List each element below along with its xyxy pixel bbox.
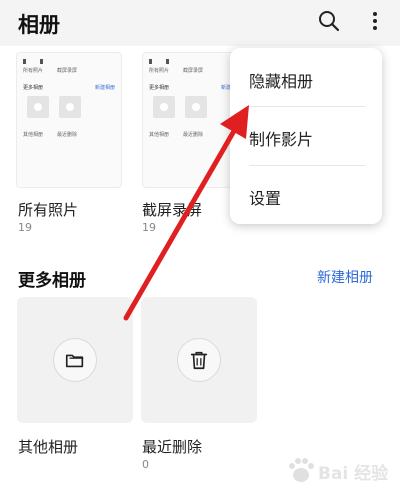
thumbnail-mini-labels: 所有照片 截屏录屏 [149, 67, 203, 74]
new-album-button[interactable]: 新建相册 [317, 267, 373, 287]
search-button[interactable] [314, 6, 344, 36]
watermark-text: Bai 经验 [318, 463, 389, 484]
mini-label: 最近删除 [183, 132, 204, 138]
trash-icon-circle [177, 338, 221, 382]
album-name-screenshots[interactable]: 截屏录屏 [142, 199, 202, 220]
mini-section-title: 更多相册 [149, 85, 170, 91]
album-thumbnail-all-photos[interactable]: 所有照片 截屏录屏 更多相册 新建相册 其他相册 最近删除 [16, 52, 122, 188]
mini-tile [185, 96, 207, 118]
thumbnail-mini-tile-labels: 其他相册 最近删除 [149, 131, 203, 138]
menu-item-make-movie[interactable]: 制作影片 [249, 126, 313, 150]
overflow-menu: 隐藏相册 制作影片 设置 [230, 48, 382, 224]
mini-label: 所有照片 [149, 68, 170, 74]
thumbnail-mini-labels: 所有照片 截屏录屏 [23, 67, 77, 74]
album-name-other[interactable]: 其他相册 [18, 436, 78, 457]
mini-label: 所有照片 [23, 68, 44, 74]
mini-label: 截屏录屏 [57, 68, 78, 74]
folder-icon-circle [53, 338, 97, 382]
mini-section-link: 新建相册 [94, 85, 115, 91]
menu-item-hide-albums[interactable]: 隐藏相册 [249, 68, 313, 92]
page-title: 相册 [18, 13, 60, 37]
mini-thumb [23, 59, 26, 64]
menu-divider [249, 106, 365, 107]
album-tile-other[interactable] [17, 297, 133, 423]
mini-tile [27, 96, 49, 118]
search-icon [319, 11, 340, 32]
album-tile-recently-deleted[interactable] [141, 297, 257, 423]
thumbnail-mini-row [149, 59, 169, 64]
mini-thumb [40, 59, 43, 64]
trash-icon [190, 351, 208, 370]
baidu-watermark-logo: Bai 经验 [289, 458, 389, 484]
mini-tile [153, 96, 175, 118]
album-name-recently-deleted[interactable]: 最近删除 [142, 436, 202, 457]
more-button[interactable] [360, 6, 390, 36]
album-count-recently-deleted: 0 [142, 458, 149, 471]
album-count-screenshots: 19 [142, 221, 156, 234]
folder-icon [65, 354, 84, 368]
section-title-more-albums: 更多相册 [18, 271, 86, 291]
mini-section-title: 更多相册 [23, 85, 44, 91]
mini-thumb [166, 59, 169, 64]
mini-tile [59, 96, 81, 118]
mini-label: 其他相册 [23, 132, 44, 138]
mini-thumb [149, 59, 152, 64]
album-name-all-photos[interactable]: 所有照片 [18, 199, 78, 220]
thumbnail-mini-row [23, 59, 43, 64]
album-count-all-photos: 19 [18, 221, 32, 234]
menu-divider [249, 165, 365, 166]
thumbnail-mini-tile-labels: 其他相册 最近删除 [23, 131, 77, 138]
mini-label: 截屏录屏 [183, 68, 204, 74]
mini-label: 其他相册 [149, 132, 170, 138]
top-bar: 相册 [0, 0, 400, 46]
more-vertical-icon [373, 12, 377, 30]
menu-item-settings[interactable]: 设置 [249, 185, 281, 209]
mini-label: 最近删除 [57, 132, 78, 138]
